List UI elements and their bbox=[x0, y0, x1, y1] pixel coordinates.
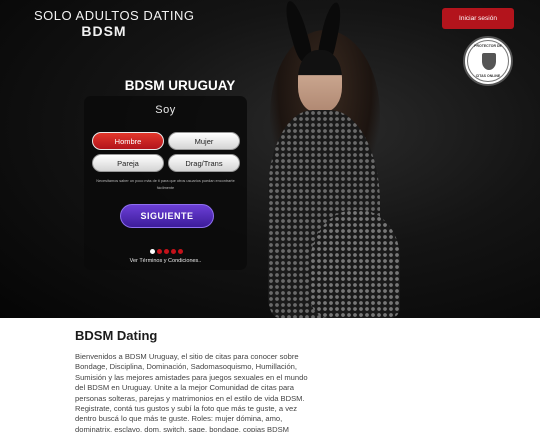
shield-icon bbox=[482, 53, 496, 70]
content-text: Bienvenidos a BDSM Uruguay, el sitio de … bbox=[75, 352, 308, 432]
step-dot bbox=[178, 249, 183, 254]
option-drag-trans-button[interactable]: Drag/Trans bbox=[168, 154, 240, 172]
seal-top-text: PROTECTOR DE bbox=[474, 44, 502, 48]
terms-link[interactable]: Términos y Condiciones.. bbox=[139, 258, 201, 264]
step-dot bbox=[164, 249, 169, 254]
site-logo[interactable]: SOLO ADULTOS DATING BDSM bbox=[34, 8, 195, 39]
login-button[interactable]: Iniciar sesión bbox=[442, 8, 514, 29]
logo-bottom-text: BDSM bbox=[81, 23, 127, 39]
protector-seal: PROTECTOR DE CITAS ONLINE bbox=[463, 36, 513, 86]
content-title: BDSM Dating bbox=[75, 328, 158, 343]
step-indicator bbox=[150, 249, 183, 254]
next-button[interactable]: SIGUIENTE bbox=[120, 204, 214, 228]
hint-text: Necesitamos saber un poco más de ti para… bbox=[96, 179, 235, 190]
hero-section: SOLO ADULTOS DATING BDSM Iniciar sesión … bbox=[0, 0, 540, 318]
terms-prefix: Ver bbox=[129, 258, 140, 264]
step-dot bbox=[157, 249, 162, 254]
hero-title: BDSM URUGUAY bbox=[124, 78, 236, 93]
logo-top-text: SOLO ADULTOS DATING bbox=[34, 8, 195, 23]
terms-line: Ver Términos y Condiciones.. bbox=[84, 258, 247, 264]
seal-bottom-text: CITAS ONLINE bbox=[475, 74, 501, 78]
gender-question: Soy bbox=[155, 104, 176, 116]
option-mujer-button[interactable]: Mujer bbox=[168, 132, 240, 150]
option-pareja-button[interactable]: Pareja bbox=[92, 154, 164, 172]
hero-background-image bbox=[240, 0, 410, 318]
signup-card: Soy Hombre Mujer Pareja Drag/Trans Neces… bbox=[84, 96, 247, 270]
option-hombre-button[interactable]: Hombre bbox=[92, 132, 164, 150]
content-section: BDSM Dating Bienvenidos a BDSM Uruguay, … bbox=[75, 328, 315, 432]
step-dot bbox=[171, 249, 176, 254]
step-dot bbox=[150, 249, 155, 254]
